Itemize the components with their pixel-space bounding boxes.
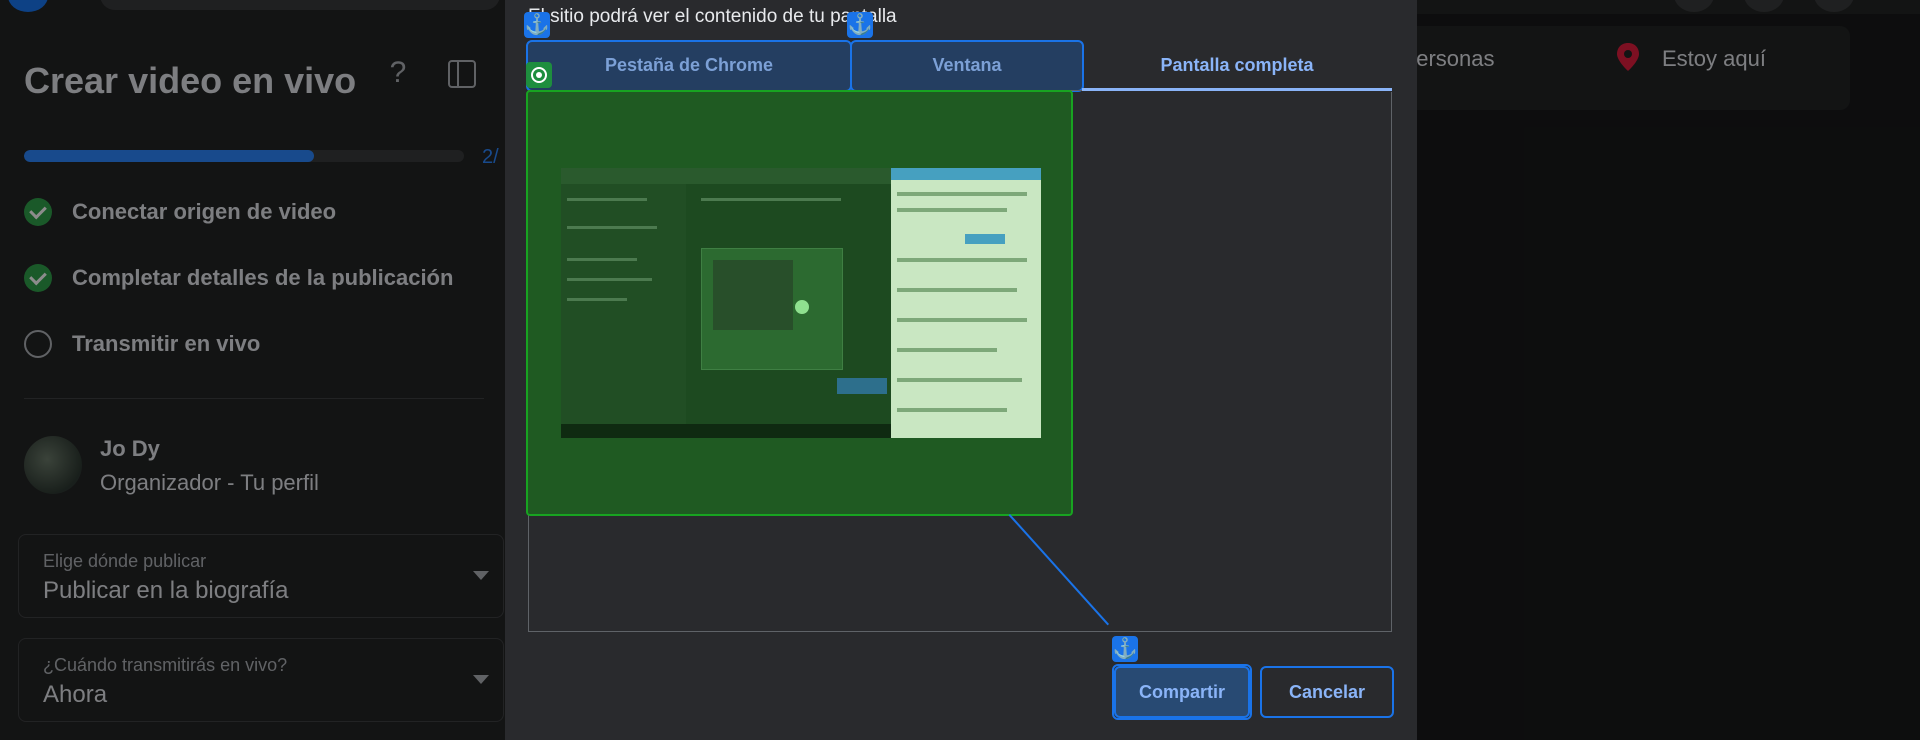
cancel-button[interactable]: Cancelar — [1260, 666, 1394, 718]
target-icon — [526, 62, 552, 88]
share-button[interactable]: Compartir — [1114, 666, 1250, 718]
thumb-button — [965, 234, 1005, 244]
thumb-line — [567, 198, 647, 201]
thumb-side-window-bar — [891, 168, 1041, 180]
thumb-row — [897, 408, 1007, 412]
tab-entire-screen[interactable]: Pantalla completa — [1082, 40, 1392, 90]
thumb-taskbar — [561, 424, 891, 438]
thumb-row — [897, 318, 1027, 322]
tab-window[interactable]: Ventana — [852, 40, 1082, 90]
thumb-line — [567, 278, 652, 281]
thumb-dialog-preview — [713, 260, 793, 330]
thumb-line — [567, 226, 657, 229]
thumb-line — [567, 258, 637, 261]
anchor-icon: ⚓ — [847, 12, 873, 38]
anchor-icon: ⚓ — [1112, 636, 1138, 662]
tab-chrome-tab[interactable]: Pestaña de Chrome — [528, 40, 850, 90]
thumb-row — [897, 378, 1022, 382]
dialog-message: El sitio podrá ver el contenido de tu pa… — [528, 6, 897, 27]
anchor-icon: ⚓ — [524, 12, 550, 38]
thumb-side-panel — [561, 184, 686, 424]
thumb-row — [897, 288, 1017, 292]
thumb-popup — [837, 378, 887, 394]
thumb-browser-bar — [561, 168, 891, 184]
thumb-row — [897, 348, 997, 352]
thumb-target-icon — [793, 298, 811, 316]
screen-thumbnail[interactable] — [561, 168, 1041, 438]
thumb-line — [567, 298, 627, 301]
thumb-row — [897, 208, 1007, 212]
thumb-line — [701, 198, 841, 201]
thumb-row — [897, 192, 1027, 196]
thumb-row — [897, 258, 1027, 262]
selected-tab-indicator — [1082, 88, 1392, 91]
